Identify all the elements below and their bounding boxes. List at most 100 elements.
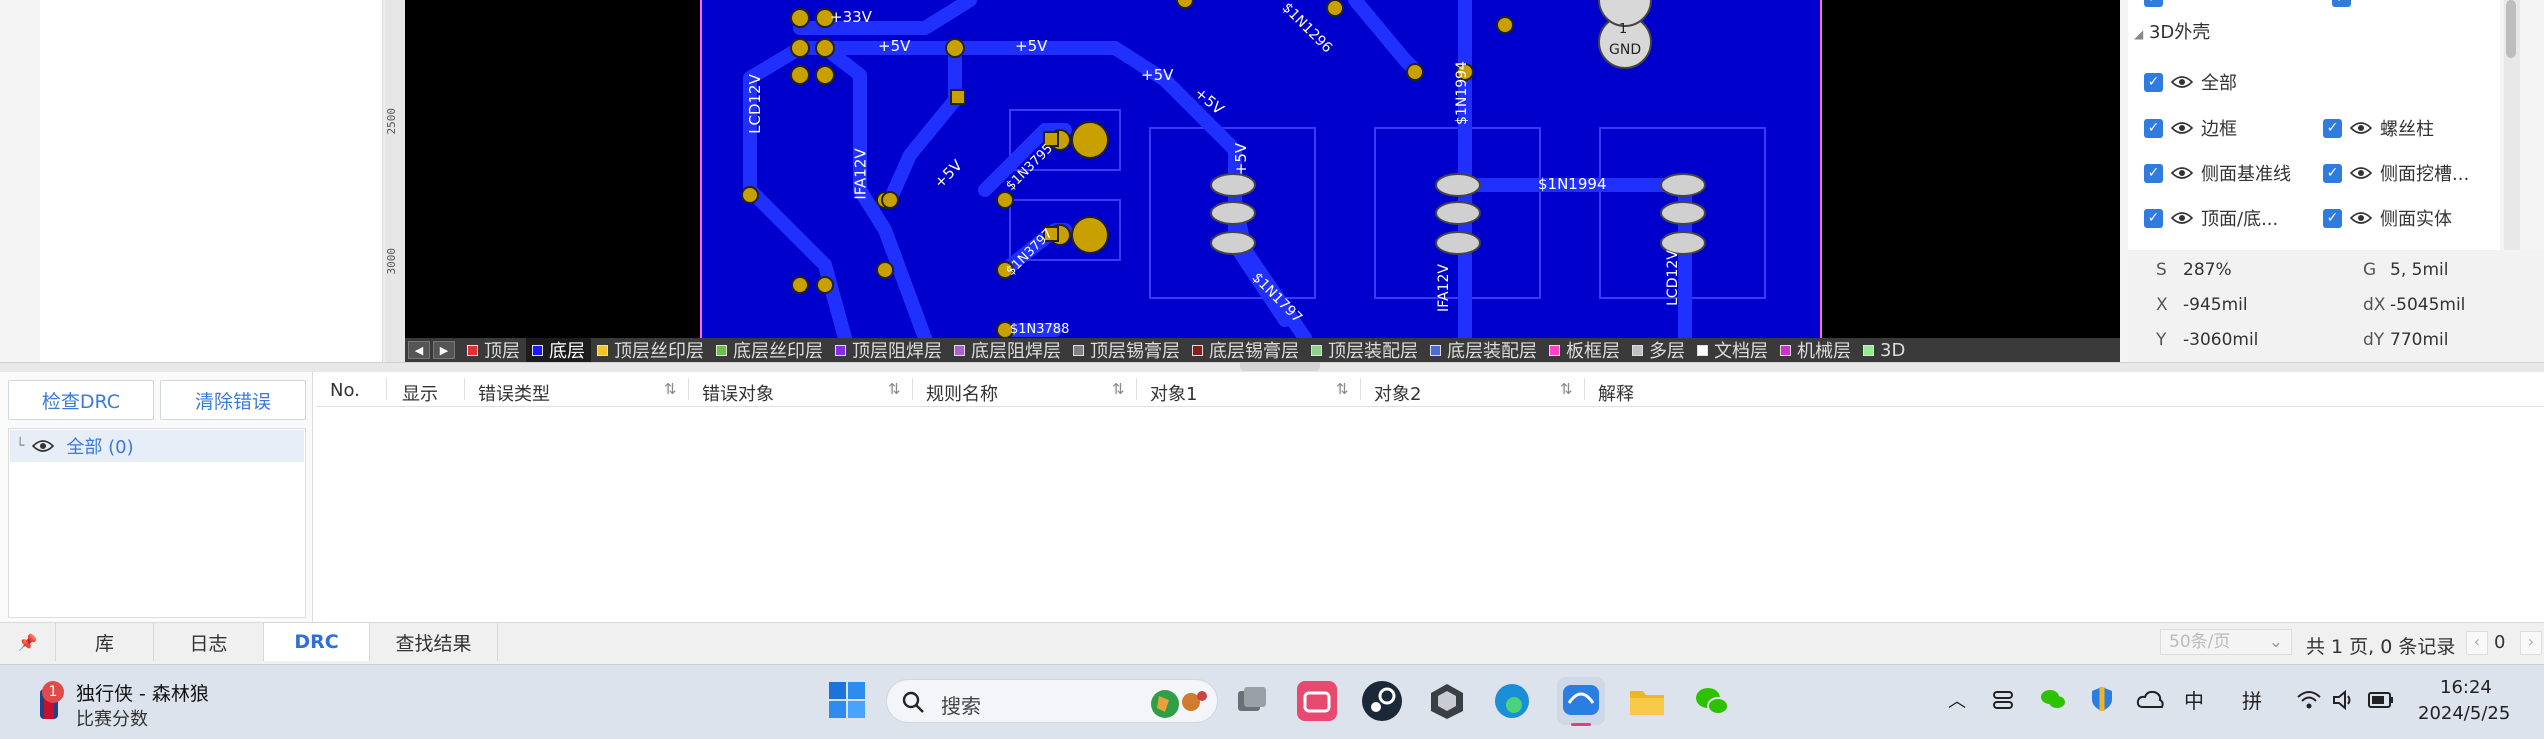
drc-panel [0, 372, 2544, 622]
sort-icon[interactable]: ⇅ [1560, 380, 1573, 398]
page-size-select[interactable]: 50条/页 ⌄ [2160, 629, 2292, 655]
column-divider [912, 378, 913, 400]
news-widget-icon[interactable]: 1 [32, 681, 66, 721]
section-header[interactable]: ◢ 3D外壳 [2134, 18, 2210, 44]
controls-icon[interactable] [1992, 689, 2014, 711]
side-slot-checkbox[interactable]: ✓ [2323, 163, 2342, 183]
eye-icon[interactable] [2350, 121, 2372, 135]
top-bottom-checkbox[interactable]: ✓ [2144, 208, 2163, 228]
page-input[interactable]: 0 [2494, 632, 2505, 653]
sort-icon[interactable]: ⇅ [664, 380, 677, 398]
eye-icon[interactable] [32, 439, 55, 453]
wechat-tray-icon[interactable] [2040, 687, 2066, 711]
column-header[interactable]: 解释 [1598, 380, 1634, 406]
sort-icon[interactable]: ⇅ [1112, 380, 1125, 398]
layer-tab[interactable]: 底层阻焊层 [948, 338, 1067, 362]
screw-post-checkbox[interactable]: ✓ [2323, 118, 2342, 138]
eye-icon[interactable] [2171, 121, 2193, 135]
layer-tab[interactable]: 顶层 [461, 338, 526, 362]
volume-icon[interactable] [2332, 689, 2356, 711]
net-label: +33V [830, 8, 872, 26]
layer-scroll-left-button[interactable]: ◀ [408, 341, 430, 359]
y-label: Y [2156, 330, 2167, 350]
layer-tab[interactable]: 顶层锡膏层 [1067, 338, 1186, 362]
wechat-icon[interactable] [1692, 681, 1732, 721]
scrollbar-thumb[interactable] [2506, 0, 2516, 58]
tree-item-all[interactable]: └ 全部 (0) [10, 430, 304, 462]
unity-icon[interactable] [1427, 681, 1467, 721]
layer-label: 顶层 [484, 341, 520, 362]
steam-icon[interactable] [1362, 681, 1402, 721]
tab-find-results[interactable]: 查找结果 [370, 623, 498, 661]
layer-tab[interactable]: 文档层 [1691, 338, 1774, 362]
eye-icon[interactable] [2171, 211, 2193, 225]
eye-icon[interactable] [2350, 166, 2372, 180]
eye-icon[interactable] [2171, 166, 2193, 180]
layer-tab[interactable]: 底层丝印层 [710, 338, 829, 362]
ruler-label: 2500 [385, 108, 398, 135]
file-explorer-icon[interactable] [1627, 681, 1667, 721]
tab-library[interactable]: 库 [56, 623, 154, 661]
pin-icon[interactable]: 📌 [0, 623, 56, 661]
clock-time[interactable]: 16:24 [2440, 677, 2492, 698]
layer-scroll-right-button[interactable]: ▶ [433, 341, 455, 359]
column-header[interactable]: 错误类型 [478, 380, 550, 406]
layer-color-swatch [835, 344, 846, 356]
layer-tab[interactable]: 板框层 [1543, 338, 1626, 362]
battery-icon[interactable] [2368, 691, 2394, 709]
widget-title[interactable]: 独行侠 - 森林狼 [76, 679, 209, 706]
eye-icon[interactable] [2171, 75, 2193, 89]
easyeda-taskbar-button[interactable] [1557, 677, 1605, 726]
column-header[interactable]: 错误对象 [702, 380, 774, 406]
layer-tab[interactable]: 多层 [1626, 338, 1691, 362]
partial-row: ✓ ✓ [2128, 0, 2500, 8]
pcb-canvas[interactable]: +33V +5V +5V +5V +5V +5V +5V LCD12V IFA1… [405, 0, 2120, 338]
layer-tab[interactable]: 底层锡膏层 [1186, 338, 1305, 362]
chevron-up-icon[interactable]: ︿ [1948, 687, 1966, 713]
show-all-checkbox[interactable]: ✓ [2144, 72, 2163, 92]
layer-tab[interactable]: 3D [1857, 338, 1911, 362]
layer-tab[interactable]: 顶层丝印层 [591, 338, 710, 362]
clear-errors-button[interactable]: 清除错误 [160, 380, 306, 420]
security-shield-icon[interactable] [2090, 685, 2114, 713]
layer-tab[interactable]: 底层装配层 [1424, 338, 1543, 362]
layer-color-swatch [1192, 344, 1203, 356]
check-drc-button[interactable]: 检查DRC [8, 380, 154, 420]
checkbox[interactable]: ✓ [2332, 0, 2351, 7]
option-row: ✓ 顶面/底... ✓ 侧面实体 [2144, 204, 2504, 232]
side-solid-checkbox[interactable]: ✓ [2323, 208, 2342, 228]
layer-tab[interactable]: 底层 [526, 338, 591, 362]
sort-icon[interactable]: ⇅ [1336, 380, 1349, 398]
side-baseline-checkbox[interactable]: ✓ [2144, 163, 2163, 183]
layer-label: 顶层阻焊层 [852, 341, 942, 362]
clock-date[interactable]: 2024/5/25 [2418, 703, 2510, 724]
collapse-handle[interactable] [1240, 363, 1320, 371]
prev-page-button[interactable]: ‹ [2466, 631, 2488, 655]
eye-icon[interactable] [2350, 211, 2372, 225]
frame-checkbox[interactable]: ✓ [2144, 118, 2163, 138]
layer-tab[interactable]: 机械层 [1774, 338, 1857, 362]
edge-icon[interactable] [1492, 681, 1532, 721]
wifi-icon[interactable] [2296, 689, 2322, 711]
bilibili-icon[interactable] [1297, 681, 1337, 721]
sort-icon[interactable]: ⇅ [888, 380, 901, 398]
layer-label: 底层阻焊层 [971, 341, 1061, 362]
checkbox[interactable]: ✓ [2144, 0, 2163, 7]
task-view-icon[interactable] [1232, 681, 1272, 721]
next-page-button[interactable]: › [2520, 631, 2542, 655]
ime-mode[interactable]: 中 [2184, 685, 2204, 714]
taskbar-search[interactable]: 搜索 [886, 679, 1218, 723]
layer-tab[interactable]: 顶层阻焊层 [829, 338, 948, 362]
layer-label: 3D [1880, 339, 1906, 361]
column-header[interactable]: 对象1 [1150, 380, 1197, 406]
layer-tab[interactable]: 顶层装配层 [1305, 338, 1424, 362]
start-button[interactable] [828, 681, 866, 724]
tab-drc[interactable]: DRC [264, 623, 370, 661]
tab-log[interactable]: 日志 [154, 623, 264, 661]
ime-input-method[interactable]: 拼 [2242, 685, 2262, 714]
column-header[interactable]: 规则名称 [926, 380, 998, 406]
cloud-icon[interactable] [2136, 689, 2164, 709]
column-header[interactable]: 对象2 [1374, 380, 1421, 406]
column-header[interactable]: No. [330, 380, 360, 401]
column-header[interactable]: 显示 [402, 380, 438, 406]
